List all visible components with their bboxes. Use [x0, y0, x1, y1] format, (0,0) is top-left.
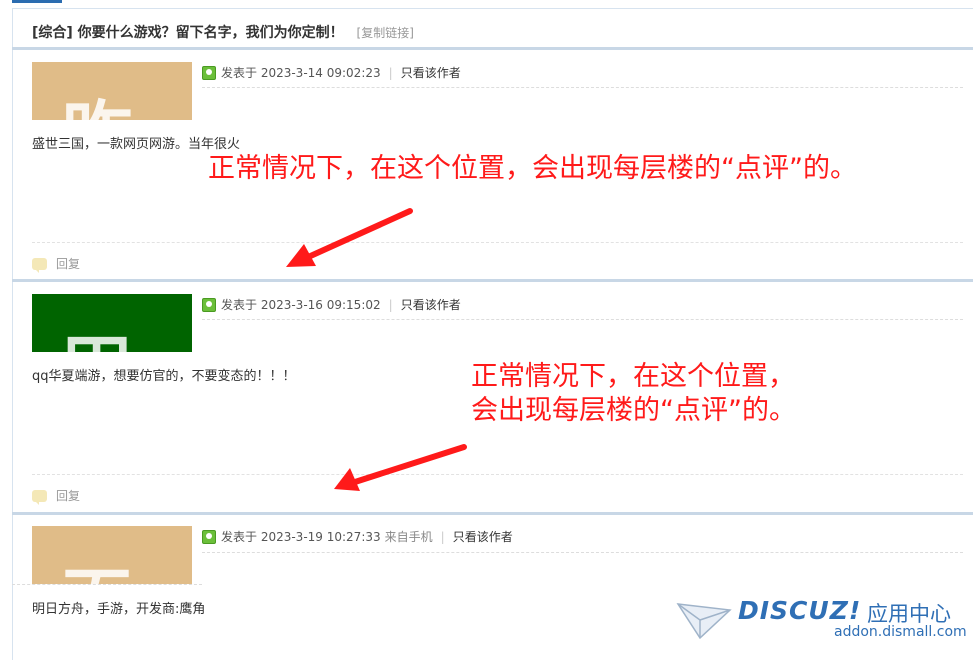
- annotation-arrow-2: [334, 444, 467, 491]
- annotation-arrows: [286, 208, 467, 491]
- annotation-arrow-1: [286, 208, 413, 267]
- watermark-url: addon.dismall.com: [834, 624, 967, 640]
- watermark: DISCUZ! 应用中心 addon.dismall.com: [676, 596, 967, 646]
- paper-plane-icon: [676, 603, 732, 640]
- watermark-brand: DISCUZ!: [738, 596, 862, 625]
